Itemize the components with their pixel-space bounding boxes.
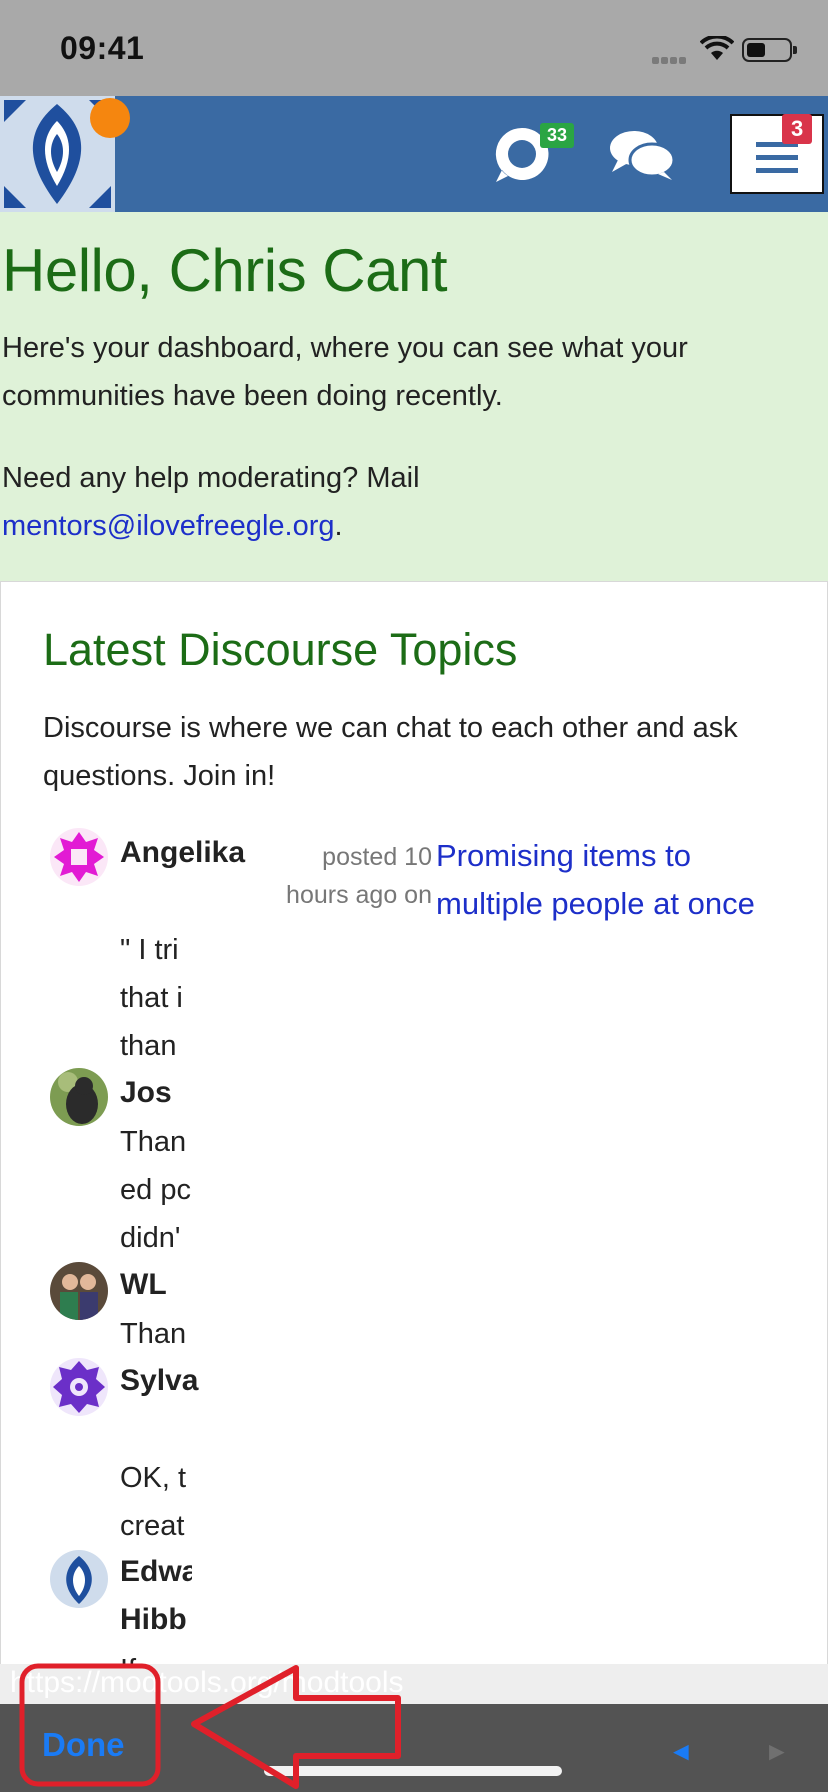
post-username[interactable]: WL [120,1268,167,1302]
avatar[interactable] [50,1262,108,1320]
excerpt-line: If [120,1646,192,1664]
username-line: Hibb [120,1603,187,1636]
card-intro: Discourse is where we can chat to each o… [43,712,738,792]
post-excerpt: " I tri that i than [120,926,192,1070]
post-excerpt: OK, t creat [120,1454,192,1550]
excerpt-line: " I tri [120,934,179,966]
username-line: Edwa [120,1555,192,1588]
menu-button[interactable]: 3 [730,114,824,194]
excerpt-line: that i [120,982,183,1014]
post-meta: posted 10 hours ago on [286,843,432,909]
home-indicator [264,1766,562,1776]
excerpt-line: didn' [120,1222,181,1254]
post-username[interactable]: Jos [120,1076,172,1110]
avatar[interactable] [50,1358,108,1416]
menu-badge: 3 [782,114,813,144]
help-text-suffix: . [334,510,343,542]
post-excerpt: Than [120,1310,192,1358]
topic-link[interactable]: Promising items to multiple people at on… [436,832,806,928]
post-username[interactable]: Sylva [120,1364,198,1398]
status-bar: 09:41 [0,0,828,96]
avatar[interactable] [50,1550,108,1608]
hamburger-icon [756,142,798,173]
battery-icon [742,38,797,62]
help-text: Need any help moderating? Mail mentors@i… [2,454,812,550]
excerpt-line: Than [120,1126,187,1158]
page-title: Hello, Chris Cant [2,237,448,304]
excerpt-line: Than [120,1318,187,1350]
url-text[interactable]: https://modtools.org/modtools [10,1666,404,1700]
excerpt-line: than [120,1030,177,1062]
mentors-email-link[interactable]: mentors@ilovefreegle.org [2,510,334,542]
post-username[interactable]: Edwa Hibb [120,1548,192,1644]
forward-button[interactable]: ► [764,1736,790,1767]
chats-icon[interactable] [608,128,676,182]
done-button[interactable]: Done [42,1726,125,1764]
notification-dot [90,98,130,138]
avatar[interactable] [50,828,108,886]
cellular-signal-icon [652,51,692,64]
dashboard-intro: Here's your dashboard, where you can see… [2,332,688,412]
post-excerpt: If [120,1646,192,1664]
help-text-prefix: Need any help moderating? Mail [2,462,420,494]
wifi-icon [700,36,734,60]
excerpt-line: creat [120,1510,185,1542]
excerpt-line: OK, t [120,1462,187,1494]
dashboard-greeting: Hello, Chris Cant Here's your dashboard,… [0,212,828,582]
excerpt-line: ed pc [120,1174,191,1206]
back-button[interactable]: ◄ [668,1736,694,1767]
post-excerpt: Than ed pc didn' [120,1118,192,1262]
discourse-badge: 33 [540,123,575,148]
status-time: 09:41 [60,30,145,66]
post-username[interactable]: Angelika [120,836,245,870]
card-title: Latest Discourse Topics [43,624,518,675]
avatar[interactable] [50,1068,108,1126]
